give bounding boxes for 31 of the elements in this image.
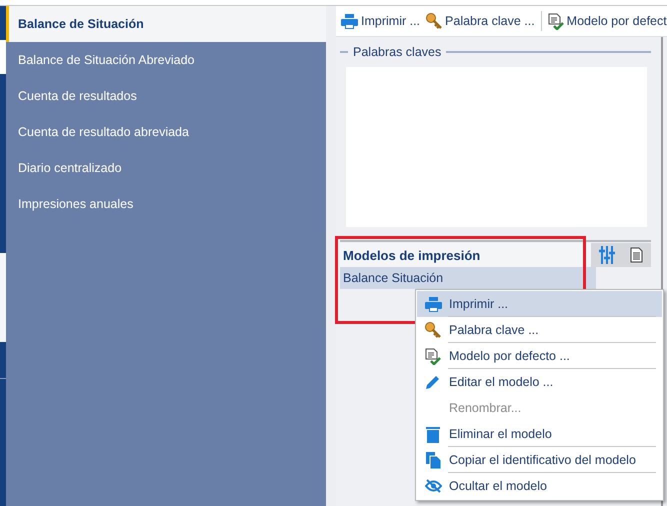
menu-item[interactable]: Copiar el identificativo del modelo [417,447,662,473]
sidebar-item[interactable]: Impresiones anuales [6,186,326,222]
key-icon [426,13,442,29]
document-check-icon [548,12,564,30]
document-icon[interactable] [630,247,644,263]
sidebar-item[interactable]: Diario centralizado [6,150,326,186]
printer-icon [424,296,442,312]
section-legend: Palabras claves [353,45,442,59]
document-check-icon [425,348,441,364]
sidebar-item[interactable]: Cuenta de resultado abreviada [6,114,326,150]
section-title: Modelos de impresión [340,243,591,267]
copy-icon [426,452,440,468]
sidebar-item[interactable]: Balance de Situación Abreviado [6,42,326,78]
menu-item[interactable]: Modelo por defecto ... [417,343,662,369]
printer-icon [341,14,358,28]
menu-item[interactable]: Palabra clave ... [417,317,662,343]
menu-item[interactable]: Eliminar el modelo [417,421,662,447]
toolbar-button[interactable]: Palabra clave ... [426,13,535,29]
toolbar-button[interactable]: Imprimir ... [341,14,420,28]
toolbar-button[interactable]: Modelo por defect [548,12,667,30]
menu-item[interactable]: Imprimir ... [417,291,662,317]
sidebar-item[interactable]: Cuenta de resultados [6,78,326,114]
sidebar-item[interactable]: Balance de Situación [6,6,326,42]
hidden-eye-icon [424,479,442,493]
list-row[interactable]: Balance Situación [340,267,596,289]
sliders-icon[interactable] [598,246,615,264]
pencil-icon [425,374,441,390]
trash-icon [426,426,440,442]
menu-item[interactable]: Ocultar el modelo [417,473,662,499]
key-icon [425,322,441,338]
menu-item[interactable]: Editar el modelo ... [417,369,662,395]
